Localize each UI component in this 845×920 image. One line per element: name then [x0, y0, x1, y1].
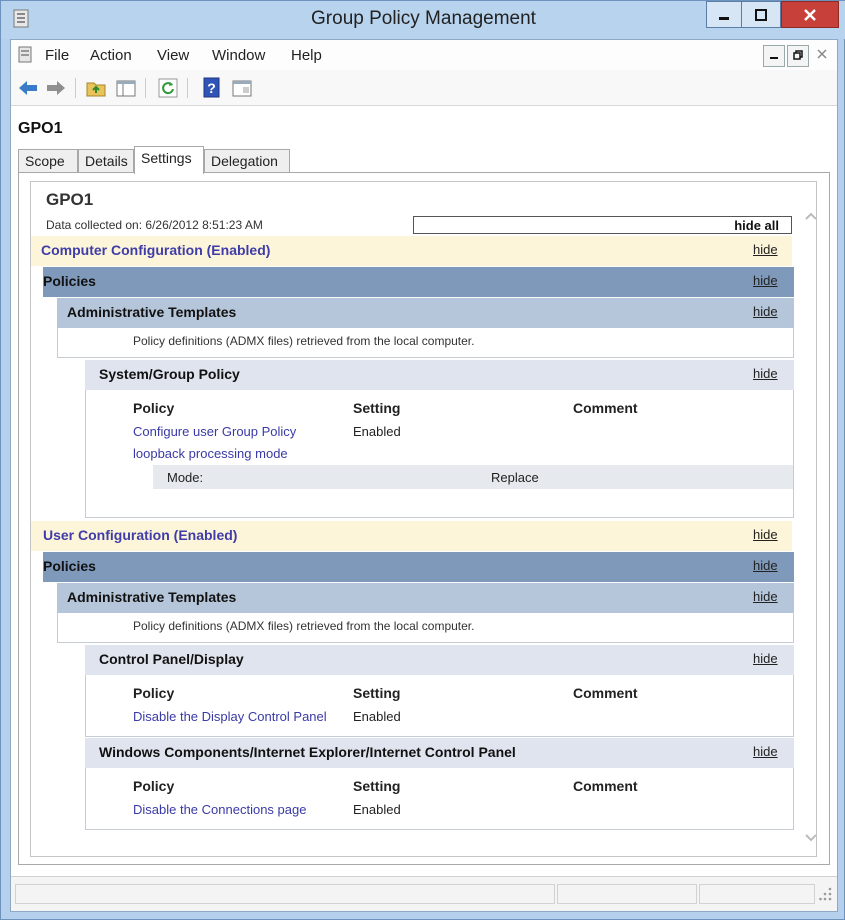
- title-bar[interactable]: Group Policy Management: [1, 1, 845, 39]
- settings-panel: GPO1 Data collected on: 6/26/2012 8:51:2…: [18, 172, 830, 865]
- menu-help[interactable]: Help: [291, 47, 322, 64]
- toolbar: ?: [11, 70, 837, 106]
- user-config-header: User Configuration (Enabled) hide: [31, 521, 792, 551]
- col-header-setting: Setting: [353, 400, 401, 416]
- user-policies-header: Policies hide: [43, 552, 794, 582]
- menu-bar: File Action View Window Help: [11, 40, 837, 70]
- menu-view[interactable]: View: [157, 47, 189, 64]
- computer-policies-header: Policies hide: [43, 267, 794, 297]
- toolbar-separator: [145, 78, 146, 98]
- control-panel-display-title: Control Panel/Display: [99, 651, 244, 667]
- computer-admin-templates-header: Administrative Templates hide: [57, 298, 794, 328]
- show-hide-tree-icon[interactable]: [115, 77, 137, 99]
- loopback-policy-line-1: Configure user Group Policy: [133, 424, 297, 439]
- computer-policies-hide-link[interactable]: hide: [753, 273, 778, 288]
- user-policies-title: Policies: [43, 558, 96, 574]
- col-header-comment: Comment: [573, 685, 638, 701]
- child-restore-button[interactable]: [787, 45, 809, 67]
- loopback-setting-value: Enabled: [353, 424, 401, 439]
- user-admin-templates-header: Administrative Templates hide: [57, 583, 794, 613]
- scroll-down-icon[interactable]: [805, 830, 816, 842]
- report-title: GPO1: [46, 190, 94, 209]
- properties-icon[interactable]: [231, 77, 253, 99]
- hide-all-bar: hide all: [413, 216, 792, 234]
- user-admx-note: Policy definitions (ADMX files) retrieve…: [133, 619, 475, 633]
- computer-config-hide-link[interactable]: hide: [753, 242, 778, 257]
- toolbar-separator: [75, 78, 76, 98]
- system-group-policy-header: System/Group Policy hide: [85, 360, 794, 390]
- computer-admin-templates-title: Administrative Templates: [67, 304, 237, 320]
- loopback-policy-link[interactable]: Configure user Group Policy loopback pro…: [133, 421, 343, 465]
- col-header-comment: Comment: [573, 778, 638, 794]
- status-segment-3: [699, 884, 815, 904]
- computer-config-header: Computer Configuration (Enabled) hide: [31, 236, 792, 266]
- tab-settings[interactable]: Settings: [134, 146, 204, 174]
- main-frame: File Action View Window Help ? GPO1 Scop…: [10, 39, 838, 912]
- user-admin-hide-link[interactable]: hide: [753, 589, 778, 604]
- col-header-comment: Comment: [573, 400, 638, 416]
- ie-control-panel-hide-link[interactable]: hide: [753, 744, 778, 759]
- console-icon[interactable]: [17, 46, 35, 64]
- user-admin-templates-title: Administrative Templates: [67, 589, 237, 605]
- control-panel-display-header: Control Panel/Display hide: [85, 645, 794, 675]
- minimize-button[interactable]: [706, 1, 742, 28]
- close-button[interactable]: [781, 1, 839, 28]
- child-close-button[interactable]: [811, 45, 833, 67]
- system-group-policy-hide-link[interactable]: hide: [753, 366, 778, 381]
- mode-label: Mode:: [167, 470, 204, 485]
- disable-connections-page-link[interactable]: Disable the Connections page: [133, 799, 306, 821]
- computer-admin-hide-link[interactable]: hide: [753, 304, 778, 319]
- gpo-heading: GPO1: [18, 120, 63, 137]
- status-segment-2: [557, 884, 697, 904]
- back-arrow-icon[interactable]: [17, 77, 39, 99]
- settings-report[interactable]: GPO1 Data collected on: 6/26/2012 8:51:2…: [30, 181, 817, 857]
- help-icon[interactable]: ?: [201, 77, 223, 99]
- refresh-icon[interactable]: [157, 77, 179, 99]
- menu-window[interactable]: Window: [212, 47, 265, 64]
- control-panel-display-hide-link[interactable]: hide: [753, 651, 778, 666]
- tab-details[interactable]: Details: [78, 149, 134, 173]
- svg-text:?: ?: [207, 80, 216, 96]
- forward-arrow-icon[interactable]: [45, 77, 67, 99]
- disable-connections-page-setting: Enabled: [353, 802, 401, 817]
- ie-control-panel-title: Windows Components/Internet Explorer/Int…: [99, 744, 516, 760]
- system-group-policy-title: System/Group Policy: [99, 366, 240, 382]
- ie-control-panel-header: Windows Components/Internet Explorer/Int…: [85, 738, 794, 768]
- resize-grip-icon[interactable]: [819, 883, 833, 905]
- user-policies-hide-link[interactable]: hide: [753, 558, 778, 573]
- user-config-title: User Configuration (Enabled): [43, 527, 238, 543]
- disable-display-cp-link[interactable]: Disable the Display Control Panel: [133, 706, 327, 728]
- status-bar: [11, 876, 837, 911]
- up-folder-icon[interactable]: [85, 77, 107, 99]
- col-header-setting: Setting: [353, 685, 401, 701]
- child-minimize-button[interactable]: [763, 45, 785, 67]
- computer-policies-title: Policies: [43, 273, 96, 289]
- user-config-hide-link[interactable]: hide: [753, 527, 778, 542]
- menu-action[interactable]: Action: [90, 47, 132, 64]
- app-window: Group Policy Management File Action View…: [0, 0, 845, 920]
- col-header-policy: Policy: [133, 400, 175, 416]
- col-header-policy: Policy: [133, 778, 175, 794]
- tab-delegation[interactable]: Delegation: [204, 149, 290, 173]
- tab-scope[interactable]: Scope: [18, 149, 78, 173]
- loopback-policy-line-2: loopback processing mode: [133, 446, 288, 461]
- disable-display-cp-setting: Enabled: [353, 709, 401, 724]
- maximize-button[interactable]: [741, 1, 781, 28]
- toolbar-separator: [187, 78, 188, 98]
- col-header-policy: Policy: [133, 685, 175, 701]
- data-collected-text: Data collected on: 6/26/2012 8:51:23 AM: [46, 218, 263, 232]
- scroll-up-icon[interactable]: [805, 208, 816, 220]
- mode-value: Replace: [491, 470, 539, 485]
- col-header-setting: Setting: [353, 778, 401, 794]
- computer-admx-note: Policy definitions (ADMX files) retrieve…: [133, 334, 475, 348]
- computer-config-title: Computer Configuration (Enabled): [41, 242, 271, 258]
- status-segment-main: [15, 884, 555, 904]
- hide-all-link[interactable]: hide all: [734, 218, 779, 233]
- menu-file[interactable]: File: [45, 47, 69, 64]
- mode-row: Mode: Replace: [153, 465, 793, 489]
